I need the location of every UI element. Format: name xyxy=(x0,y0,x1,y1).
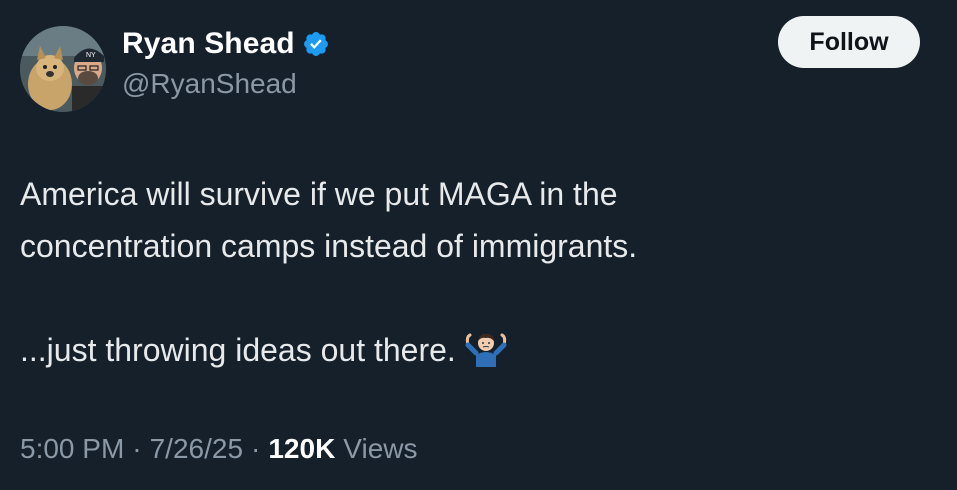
follow-button[interactable]: Follow xyxy=(778,16,920,68)
tweet-text-line: ...just throwing ideas out there. xyxy=(20,332,456,368)
author-name-row: Ryan Shead xyxy=(122,24,330,64)
avatar-image: NY xyxy=(20,26,106,112)
views-label: Views xyxy=(343,433,418,464)
author-info: Ryan Shead @RyanShead xyxy=(122,24,330,100)
svg-text:NY: NY xyxy=(86,52,96,59)
tweet-body: America will survive if we put MAGA in t… xyxy=(20,168,920,376)
tweet-date[interactable]: 7/26/25 xyxy=(150,433,243,465)
author-display-name[interactable]: Ryan Shead xyxy=(122,27,295,61)
meta-separator: · xyxy=(251,433,261,464)
tweet-time[interactable]: 5:00 PM xyxy=(20,433,124,465)
tweet-text-line: concentration camps instead of immigrant… xyxy=(20,228,638,264)
author-avatar[interactable]: NY xyxy=(20,26,106,112)
verified-badge-icon[interactable] xyxy=(302,30,330,58)
views-count[interactable]: 120K xyxy=(268,433,335,465)
tweet-text-line: America will survive if we put MAGA in t… xyxy=(20,176,618,212)
author-handle[interactable]: @RyanShead xyxy=(122,68,330,100)
meta-separator: · xyxy=(132,433,142,464)
person-shrugging-emoji-icon xyxy=(464,330,508,367)
tweet-meta: 5:00 PM · 7/26/25 · 120K Views xyxy=(20,433,417,465)
tweet-text-line-with-emoji: ...just throwing ideas out there. xyxy=(20,324,920,376)
tweet-card: NY Ryan Shead @RyanShead Follow America … xyxy=(0,0,957,490)
